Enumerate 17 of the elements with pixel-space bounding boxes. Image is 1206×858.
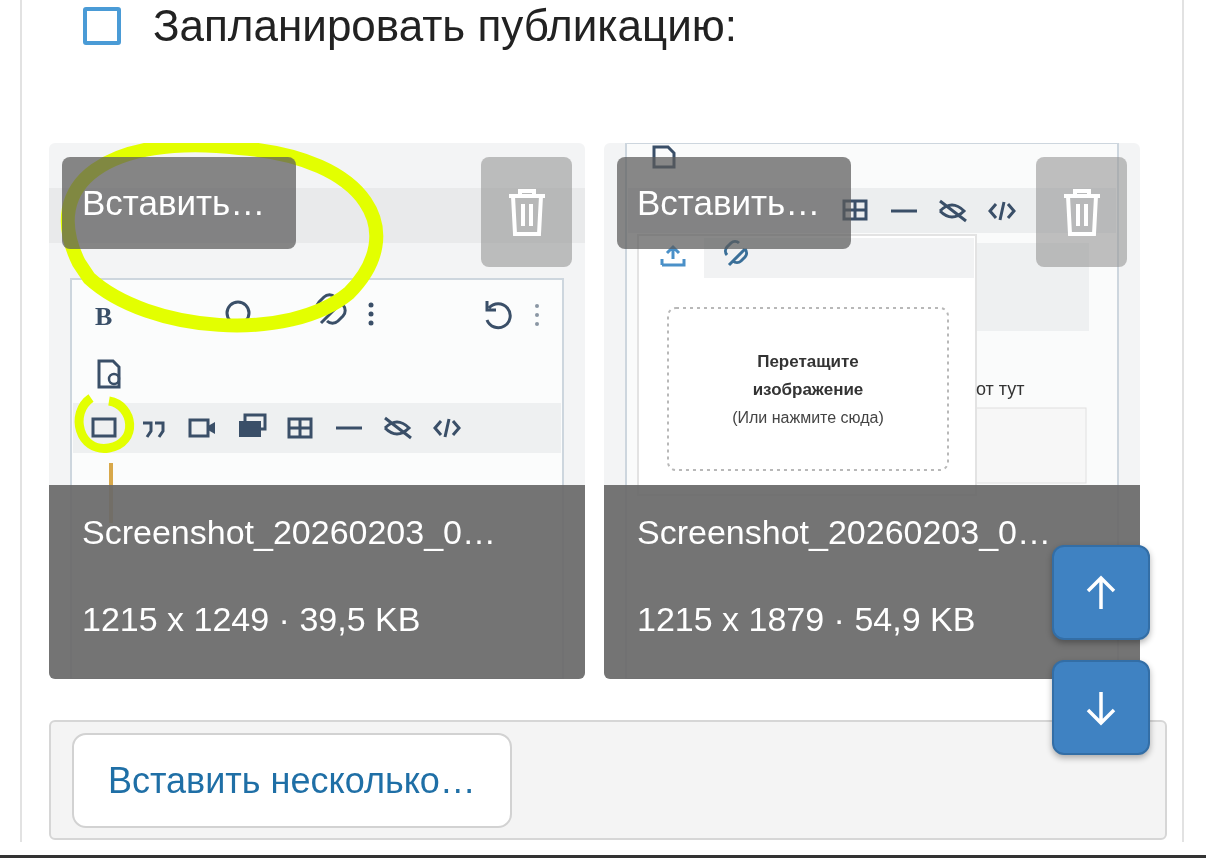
insert-button[interactable]: Вставить… (617, 157, 851, 249)
insert-button[interactable]: Вставить… (62, 157, 296, 249)
schedule-checkbox[interactable] (83, 7, 121, 45)
drop-hint: (Или нажмите сюда) (732, 409, 884, 426)
drop-title: Перетащите изображение (752, 352, 864, 399)
trash-icon (506, 188, 547, 236)
bold-label: B (95, 302, 113, 331)
scroll-up-button[interactable] (1052, 545, 1150, 640)
scroll-down-button[interactable] (1052, 660, 1150, 755)
file-details: 1215 x 1879 · 54,9 KB (637, 600, 977, 639)
insert-multiple-button[interactable]: Вставить несколько… (72, 733, 512, 828)
file-name: Screenshot_20260203_0… (637, 513, 1052, 552)
file-name: Screenshot_20260203_0… (82, 513, 497, 552)
trash-icon (1061, 188, 1102, 236)
file-details: 1215 x 1249 · 39,5 KB (82, 600, 422, 639)
schedule-label: Запланировать публикацию: (153, 1, 737, 51)
preview-text: от тут (976, 379, 1025, 399)
